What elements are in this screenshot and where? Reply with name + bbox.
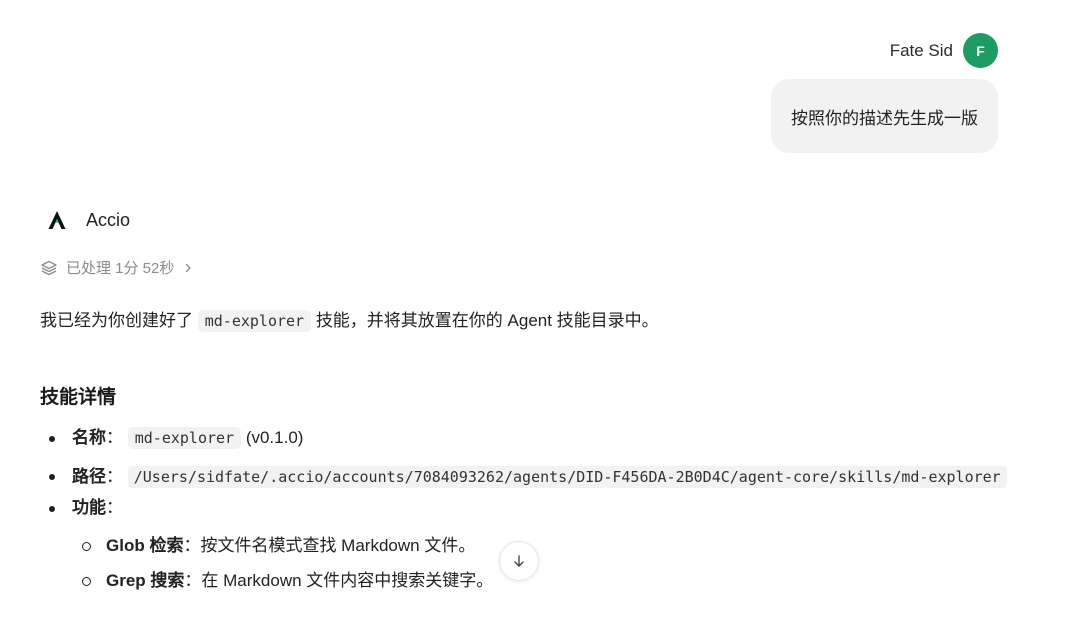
skill-path-code: /Users/sidfate/.accio/accounts/708409326…	[127, 466, 1007, 488]
user-message-bubble: 按照你的描述先生成一版	[771, 79, 998, 153]
section-title: 技能详情	[40, 387, 117, 408]
detail-separator: ：	[106, 467, 123, 486]
intro-inline-code: md-explorer	[197, 310, 312, 332]
sub-bullet-ring	[82, 542, 91, 551]
detail-label: 名称	[72, 428, 106, 447]
layers-icon	[41, 260, 57, 275]
agent-intro-text: 我已经为你创建好了 md-explorer 技能，并将其放置在你的 Agent …	[40, 309, 659, 333]
feature-separator: ：	[184, 571, 202, 590]
scroll-to-bottom-button[interactable]	[499, 541, 539, 581]
agent-name: Accio	[86, 209, 131, 230]
feature-item: Grep 搜索：在 Markdown 文件内容中搜索关键字。	[40, 569, 1040, 604]
sub-bullet-ring	[82, 577, 91, 586]
detail-separator: ：	[106, 498, 123, 517]
accio-logo-icon	[48, 211, 66, 229]
detail-separator: ：	[106, 428, 123, 447]
bullet-dot	[49, 436, 55, 442]
chevron-right-icon	[186, 263, 192, 272]
bullet-dot	[49, 506, 55, 512]
feature-text: 在 Markdown 文件内容中搜索关键字。	[201, 571, 494, 590]
arrow-down-icon	[514, 555, 524, 567]
detail-item-name: 名称： md-explorer (v0.1.0)	[40, 426, 1040, 460]
agent-header: Accio	[46, 209, 130, 231]
intro-text-after: 技能，并将其放置在你的 Agent 技能目录中。	[315, 311, 659, 330]
processing-time-toggle[interactable]: 已处理 1分 52秒	[40, 257, 194, 278]
skill-details-list: 名称： md-explorer (v0.1.0) 路径： /Users/sidf…	[40, 426, 1040, 604]
feature-label: Grep 搜索	[106, 571, 185, 590]
chat-page: Fate Sid F 按照你的描述先生成一版 Accio 已处理 1分 52秒 …	[0, 0, 1080, 640]
detail-label: 路径	[72, 467, 106, 486]
feature-item: Glob 检索：按文件名模式查找 Markdown 文件。	[40, 534, 1040, 569]
avatar-initial: F	[976, 42, 985, 59]
skill-name-code: md-explorer	[127, 427, 242, 449]
user-message-header: Fate Sid F	[890, 33, 998, 68]
detail-item-features: 功能：	[40, 496, 1040, 534]
user-name: Fate Sid	[889, 40, 953, 60]
user-message-text: 按照你的描述先生成一版	[791, 108, 978, 128]
feature-text: 按文件名模式查找 Markdown 文件。	[200, 536, 476, 555]
feature-separator: ：	[183, 536, 201, 555]
user-avatar[interactable]: F	[963, 33, 998, 68]
feature-label: Glob 检索	[106, 536, 184, 555]
skill-version: (v0.1.0)	[245, 428, 304, 447]
bullet-dot	[49, 474, 55, 480]
intro-text-before: 我已经为你创建好了	[40, 311, 193, 330]
detail-label: 功能	[72, 498, 106, 517]
detail-item-path: 路径： /Users/sidfate/.accio/accounts/70840…	[40, 460, 1040, 494]
processing-time-label: 已处理 1分 52秒	[66, 260, 175, 277]
